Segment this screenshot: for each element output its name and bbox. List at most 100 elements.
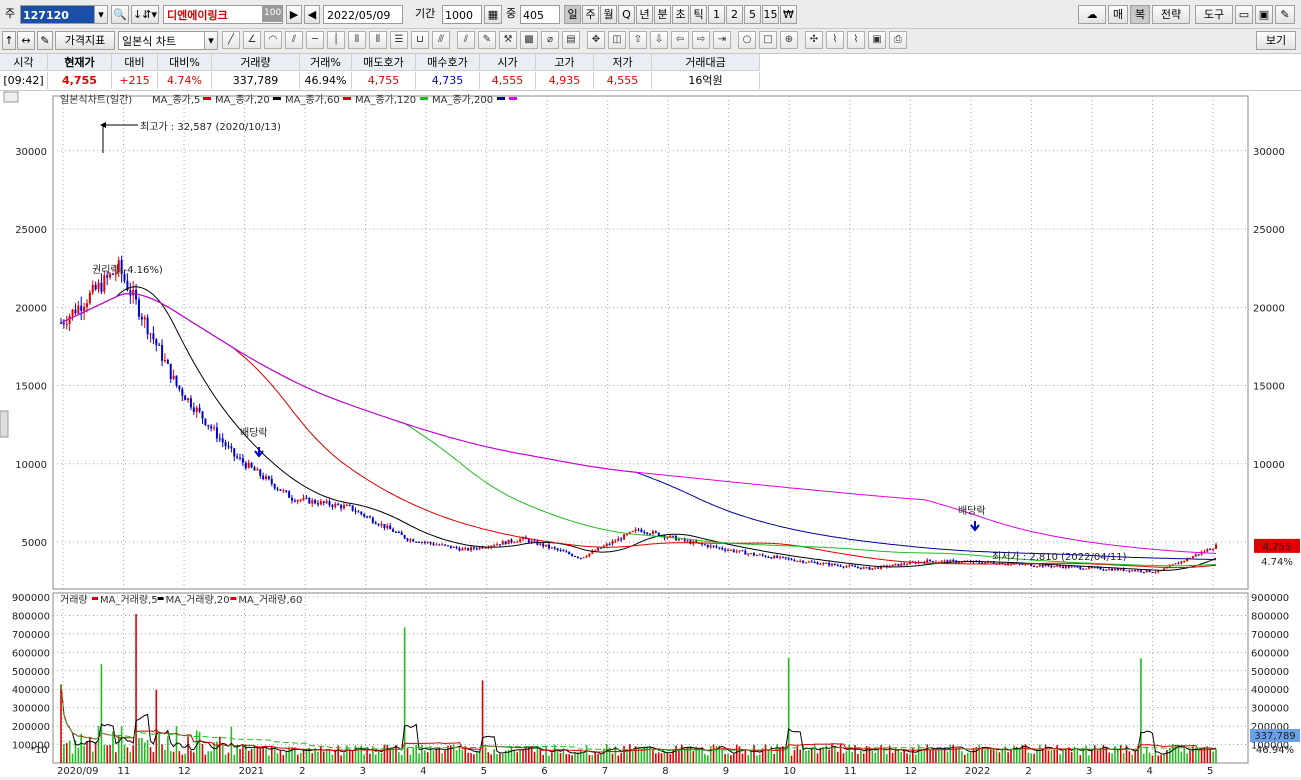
- date-input[interactable]: 2022/05/09: [323, 5, 403, 24]
- expand-arrows-icon[interactable]: ↔: [17, 31, 35, 50]
- period-button-6[interactable]: 초: [672, 5, 689, 24]
- strategy-button[interactable]: 전략: [1152, 5, 1190, 24]
- channel-icon[interactable]: ⫽: [457, 31, 475, 49]
- period-button-4[interactable]: 년: [636, 5, 653, 24]
- volume-bar: [80, 733, 83, 763]
- vline-icon[interactable]: │: [327, 31, 345, 49]
- candle-body: [316, 503, 319, 505]
- candle-body: [464, 548, 467, 550]
- candle-body: [940, 560, 943, 562]
- gann-icon[interactable]: ⦀: [369, 31, 387, 49]
- period-button-1[interactable]: 주: [582, 5, 599, 24]
- cursor-icon[interactable]: ⌀: [541, 31, 559, 49]
- sort-icon[interactable]: ↓⇵▾: [131, 5, 159, 24]
- period-input[interactable]: 1000: [442, 5, 482, 24]
- volume-bar: [204, 754, 207, 763]
- trendline-icon[interactable]: ╱: [222, 31, 240, 49]
- volume-bar: [860, 750, 862, 763]
- fib-table-icon[interactable]: ☰: [390, 31, 408, 49]
- hline-icon[interactable]: ─: [306, 31, 324, 49]
- grid-2-icon[interactable]: ▣: [868, 31, 886, 49]
- eraser-icon[interactable]: ⚒: [499, 31, 517, 49]
- wave-1-icon[interactable]: ⌇: [826, 31, 844, 49]
- volume-bar: [553, 744, 556, 763]
- indicator-button[interactable]: 가격지표: [55, 31, 115, 50]
- volume-bar: [1065, 748, 1067, 763]
- volume-bar: [588, 754, 591, 763]
- up-arrow-icon[interactable]: ↑: [2, 31, 16, 50]
- tools-button[interactable]: 도구: [1195, 5, 1233, 24]
- period-button-0[interactable]: 일: [564, 5, 581, 24]
- prev-arrow-icon[interactable]: ◀: [304, 5, 320, 24]
- folder-icon[interactable]: ▭: [1235, 5, 1253, 24]
- grid-icon[interactable]: ▦: [484, 5, 502, 24]
- candle-body: [1154, 572, 1157, 574]
- period-button-12[interactable]: ₩: [780, 5, 797, 24]
- volume-bar: [242, 745, 244, 763]
- candle-body: [677, 539, 680, 541]
- wrench-icon[interactable]: ✎: [1275, 5, 1295, 24]
- save-icon[interactable]: ▣: [1255, 5, 1273, 24]
- fork-icon[interactable]: ⫽: [285, 31, 303, 49]
- magic-icon[interactable]: ✣: [805, 31, 823, 49]
- select-icon[interactable]: ✥: [587, 31, 605, 49]
- volume-bar: [923, 750, 926, 763]
- shift-end-icon[interactable]: ⇥: [713, 31, 731, 49]
- period-button-3[interactable]: Q: [618, 5, 635, 24]
- candle-body: [299, 499, 302, 501]
- mirror-icon[interactable]: ◫: [608, 31, 626, 49]
- volume-bar: [877, 748, 879, 763]
- candle-body: [331, 505, 334, 507]
- box-range-icon[interactable]: ⊔: [411, 31, 429, 49]
- circle-icon[interactable]: ○: [738, 31, 756, 49]
- right-button-1[interactable]: 복: [1130, 5, 1150, 24]
- print-icon[interactable]: ⎙: [889, 31, 907, 49]
- edit-icon[interactable]: ✎: [37, 31, 53, 50]
- cloud-icon[interactable]: ☁: [1078, 5, 1106, 24]
- shift-right-icon[interactable]: ⇨: [692, 31, 710, 49]
- volume-bar: [447, 745, 449, 763]
- note-icon[interactable]: ▤: [562, 31, 580, 49]
- period-button-10[interactable]: 5: [744, 5, 761, 24]
- candle-body: [1163, 568, 1166, 571]
- arc-icon[interactable]: ◠: [264, 31, 282, 49]
- period-button-9[interactable]: 2: [726, 5, 743, 24]
- color-icon[interactable]: ▩: [520, 31, 538, 49]
- chart-type-select[interactable]: 일본식 차트: [118, 31, 218, 50]
- candle-body: [802, 560, 805, 563]
- search-icon[interactable]: 🔍: [111, 5, 129, 24]
- candle-body: [475, 548, 478, 550]
- parallel-icon[interactable]: ⫻: [432, 31, 450, 49]
- fib-time-icon[interactable]: ⦀: [348, 31, 366, 49]
- pencil-icon[interactable]: ✎: [478, 31, 496, 49]
- volume-bar: [623, 745, 625, 763]
- angle-icon[interactable]: ∠: [243, 31, 261, 49]
- mid-input[interactable]: 405: [520, 5, 560, 24]
- volume-y-tick-left: 400000: [12, 685, 50, 696]
- rect-icon[interactable]: □: [759, 31, 777, 49]
- period-button-8[interactable]: 1: [708, 5, 725, 24]
- period-button-5[interactable]: 분: [654, 5, 671, 24]
- period-button-11[interactable]: 15: [762, 5, 779, 24]
- chart-type-chevron-icon[interactable]: ▾: [204, 31, 218, 50]
- shift-up-icon[interactable]: ⇧: [629, 31, 647, 49]
- quote-header-10: 저가: [594, 54, 652, 71]
- volume-bar: [969, 752, 972, 763]
- volume-bar: [533, 751, 536, 763]
- price-y-tick-right: 30000: [1253, 147, 1285, 158]
- candle-body: [400, 532, 403, 536]
- volume-bar: [597, 753, 599, 763]
- shift-down-icon[interactable]: ⇩: [650, 31, 668, 49]
- wave-2-icon[interactable]: ⌇: [847, 31, 865, 49]
- next-arrow-icon[interactable]: ▶: [286, 5, 302, 24]
- shift-left-icon[interactable]: ⇦: [671, 31, 689, 49]
- view-button[interactable]: 보기: [1256, 31, 1296, 50]
- code-dropdown-icon[interactable]: ▾: [94, 5, 108, 24]
- period-button-2[interactable]: 월: [600, 5, 617, 24]
- candle-body: [712, 545, 715, 547]
- right-button-0[interactable]: 매: [1108, 5, 1128, 24]
- zoom-icon[interactable]: ⊕: [780, 31, 798, 49]
- candle-body: [943, 560, 946, 562]
- period-button-7[interactable]: 틱: [690, 5, 707, 24]
- volume-bar: [649, 746, 651, 763]
